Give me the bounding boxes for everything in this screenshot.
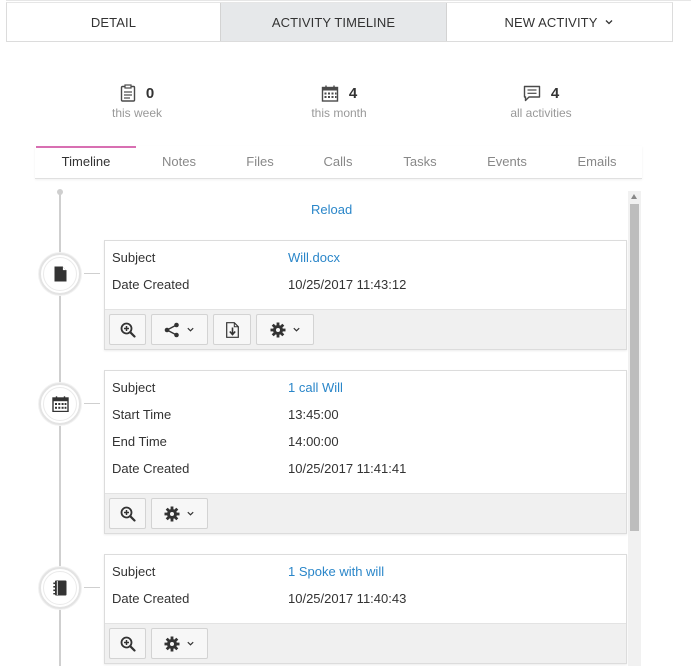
tab-activity-timeline[interactable]: ACTIVITY TIMELINE (220, 3, 447, 41)
view-button[interactable] (109, 314, 146, 345)
timeline-card-file: Subject Will.docx Date Created 10/25/201… (104, 240, 627, 350)
sub-tab-emails[interactable]: Emails (562, 146, 632, 178)
calendar-icon (51, 396, 69, 412)
sub-tab-events[interactable]: Events (472, 146, 542, 178)
activity-sub-tabs: Timeline Notes Files Calls Tasks Events … (35, 146, 642, 179)
field-value: 13:45:00 (288, 407, 339, 422)
field-label: Subject (112, 380, 156, 395)
tab-detail-label: DETAIL (90, 14, 137, 30)
stat-all-activities-label: all activities (510, 106, 572, 120)
tab-activity-timeline-label: ACTIVITY TIMELINE (271, 14, 396, 30)
timeline-node-call (39, 383, 81, 425)
subject-link[interactable]: 1 Spoke with will (288, 564, 384, 579)
tab-new-activity[interactable]: NEW ACTIVITY (447, 3, 672, 41)
stat-this-week-value: 0 (145, 84, 155, 102)
stat-all-activities: 4 all activities (461, 82, 621, 121)
field-label: Date Created (112, 461, 190, 476)
field-row: Start Time 13:45:00 (105, 398, 626, 425)
top-tab-bar: DETAIL ACTIVITY TIMELINE NEW ACTIVITY (6, 2, 673, 42)
field-row: End Time 14:00:00 (105, 425, 626, 452)
timeline-start-dot (57, 189, 63, 195)
download-button[interactable] (213, 314, 251, 345)
view-button[interactable] (109, 498, 146, 529)
chevron-down-icon (292, 327, 300, 332)
clipboard-icon (120, 84, 136, 102)
zoom-in-icon (120, 506, 136, 522)
view-button[interactable] (109, 628, 146, 659)
field-label: Date Created (112, 277, 190, 292)
field-label: Start Time (112, 407, 172, 422)
stat-this-week-label: this week (111, 106, 163, 120)
field-row: Date Created 10/25/2017 11:40:43 (105, 582, 626, 609)
settings-dropdown-button[interactable] (151, 498, 208, 529)
comment-icon (523, 85, 541, 101)
card-action-bar (105, 623, 626, 663)
card-action-bar (105, 493, 626, 533)
chevron-down-icon (606, 20, 613, 25)
field-value: 10/25/2017 11:41:41 (288, 461, 407, 476)
stat-this-month: 4 this month (259, 82, 419, 121)
reload-link[interactable]: Reload (311, 202, 352, 217)
timeline-card-note: Subject 1 Spoke with will Date Created 1… (104, 554, 627, 664)
field-label: End Time (112, 434, 167, 449)
field-label: Subject (112, 564, 156, 579)
settings-dropdown-button[interactable] (256, 314, 314, 345)
share-icon (164, 322, 179, 337)
stat-all-activities-value: 4 (550, 84, 560, 102)
chevron-down-icon (187, 641, 194, 646)
field-value: 10/25/2017 11:40:43 (288, 591, 407, 606)
zoom-in-icon (120, 322, 136, 338)
sub-tab-calls[interactable]: Calls (305, 146, 371, 178)
field-row: Subject Will.docx (105, 241, 626, 268)
settings-dropdown-button[interactable] (151, 628, 208, 659)
timeline-connector (84, 403, 100, 404)
field-label: Date Created (112, 591, 190, 606)
gear-icon (164, 506, 180, 521)
field-row: Date Created 10/25/2017 11:41:41 (105, 452, 626, 479)
gear-icon (164, 636, 180, 651)
sub-tab-files[interactable]: Files (225, 146, 295, 178)
field-row: Date Created 10/25/2017 11:43:12 (105, 268, 626, 295)
stat-this-week: 0 this week (57, 82, 217, 120)
subject-link[interactable]: Will.docx (288, 250, 340, 265)
subject-link[interactable]: 1 call Will (288, 380, 343, 395)
scroll-up-arrow-icon[interactable] (631, 194, 637, 199)
stat-this-month-label: this month (311, 106, 367, 120)
timeline-node-note (39, 567, 81, 609)
chevron-down-icon (187, 327, 194, 332)
timeline-connector (84, 587, 100, 588)
calendar-icon (321, 85, 339, 102)
timeline-node-file (39, 253, 81, 295)
card-action-bar (105, 309, 626, 349)
download-icon (225, 321, 239, 338)
timeline-connector (84, 273, 100, 274)
timeline-card-call: Subject 1 call Will Start Time 13:45:00 … (104, 370, 627, 534)
vertical-scrollbar[interactable] (628, 191, 641, 666)
sub-tab-tasks[interactable]: Tasks (385, 146, 455, 178)
tab-detail[interactable]: DETAIL (7, 3, 220, 41)
sub-tab-notes[interactable]: Notes (142, 146, 216, 178)
scrollbar-thumb[interactable] (630, 204, 639, 531)
stat-this-month-value: 4 (348, 84, 358, 102)
field-value: 10/25/2017 11:43:12 (288, 277, 407, 292)
gear-icon (270, 322, 285, 337)
sub-tab-timeline[interactable]: Timeline (36, 146, 136, 178)
field-value: 14:00:00 (288, 434, 339, 449)
file-icon (54, 266, 66, 282)
field-label: Subject (112, 250, 156, 265)
notebook-icon (53, 580, 67, 596)
share-button[interactable] (151, 314, 208, 345)
field-row: Subject 1 Spoke with will (105, 555, 626, 582)
tab-new-activity-label: NEW ACTIVITY (504, 14, 598, 30)
field-row: Subject 1 call Will (105, 371, 626, 398)
zoom-in-icon (120, 636, 136, 652)
chevron-down-icon (187, 511, 194, 516)
